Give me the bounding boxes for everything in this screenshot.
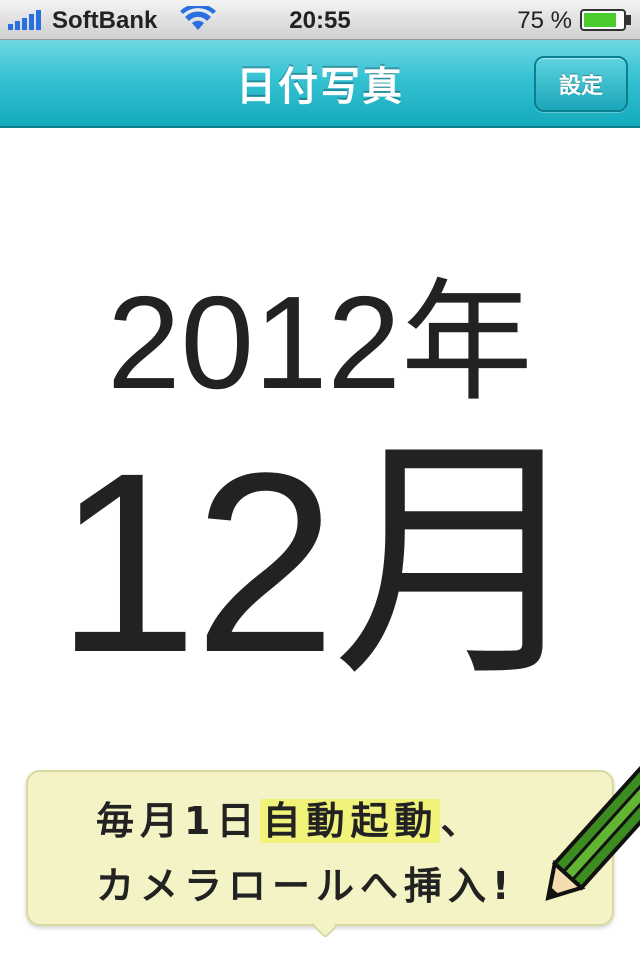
pencil-icon <box>545 749 640 901</box>
banner-line-1-suffix: 、 <box>440 799 485 843</box>
status-bar: SoftBank 20:55 75 % <box>0 0 640 40</box>
banner-line-1: 毎月1日自動起動、 <box>96 790 516 845</box>
year-label: 2012年 <box>107 269 533 416</box>
battery-percent: 75 % <box>517 7 572 34</box>
banner-line-1-prefix: 毎月1日 <box>96 799 261 843</box>
settings-button[interactable]: 設定 <box>534 56 628 112</box>
month-label: 12月 <box>55 420 589 706</box>
banner-line-2: カメラロールへ挿入! <box>96 864 516 908</box>
nav-bar: 日付写真 設定 <box>0 40 640 128</box>
banner-highlight: 自動起動 <box>260 799 441 843</box>
battery-icon <box>580 9 631 31</box>
